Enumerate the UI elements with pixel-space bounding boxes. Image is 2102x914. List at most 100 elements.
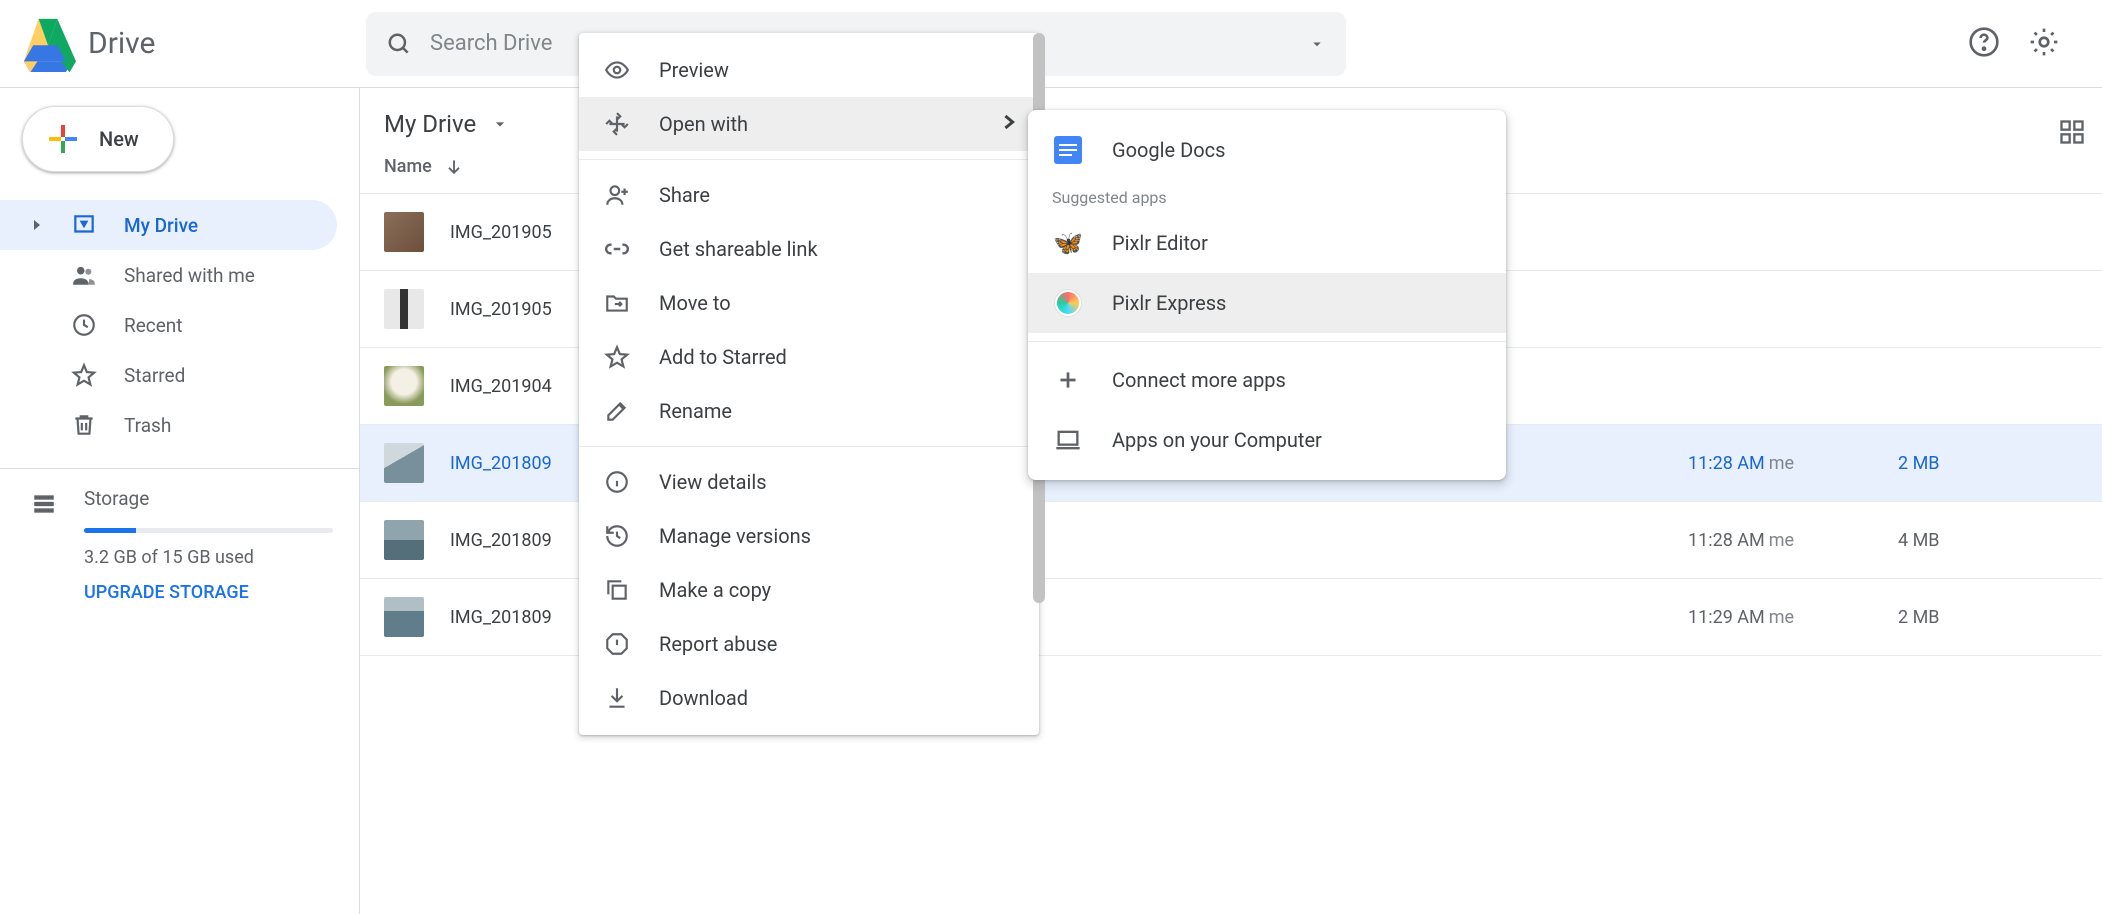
ctx-item-label: Move to	[659, 291, 731, 315]
file-thumbnail	[384, 212, 424, 252]
butterfly-icon: 🦋	[1052, 227, 1084, 259]
storage-bar	[84, 528, 333, 533]
drive-folder-icon	[70, 212, 98, 238]
ctx-item-view-details[interactable]: View details	[579, 455, 1039, 509]
ctx-item-label: Report abuse	[659, 632, 777, 656]
download-icon	[603, 685, 631, 711]
breadcrumb-label: My Drive	[384, 110, 476, 138]
person-add-icon	[603, 182, 631, 208]
clock-icon	[70, 312, 98, 338]
ctx-item-preview[interactable]: Preview	[579, 43, 1039, 97]
ctx-item-label: Preview	[659, 58, 729, 82]
grid-icon	[2058, 118, 2086, 146]
submenu-item-label: Pixlr Editor	[1112, 231, 1208, 255]
help-button[interactable]	[1968, 26, 2000, 62]
product-name: Drive	[88, 26, 155, 61]
storage-used-text: 3.2 GB of 15 GB used	[84, 547, 333, 568]
trash-icon	[70, 412, 98, 438]
gear-icon	[2028, 26, 2060, 58]
plus-icon	[1052, 364, 1084, 396]
new-button-label: New	[99, 127, 139, 151]
file-modified	[1688, 376, 1898, 397]
header: Drive	[0, 0, 2102, 88]
file-modified: 11:28 AMme	[1688, 453, 1898, 474]
submenu-item-label: Google Docs	[1112, 138, 1225, 162]
ctx-item-label: Make a copy	[659, 578, 771, 602]
search-options-dropdown-icon[interactable]	[1308, 35, 1326, 53]
storage-section: Storage 3.2 GB of 15 GB used UPGRADE STO…	[0, 487, 359, 603]
column-name-header[interactable]: Name	[384, 156, 464, 177]
help-icon	[1968, 26, 2000, 58]
grid-view-button[interactable]	[2050, 110, 2094, 158]
search-icon	[386, 31, 412, 57]
sidebar-item-my-drive[interactable]: My Drive	[0, 200, 337, 250]
separator	[579, 446, 1039, 447]
ctx-item-open-with[interactable]: Open with	[579, 97, 1039, 151]
file-thumbnail	[384, 289, 424, 329]
file-thumbnail	[384, 443, 424, 483]
file-modified	[1688, 299, 1898, 320]
file-thumbnail	[384, 597, 424, 637]
submenu-action-apps-on-your-computer[interactable]: Apps on your Computer	[1028, 410, 1506, 470]
docs-icon	[1052, 134, 1084, 166]
new-button[interactable]: New	[22, 106, 174, 172]
settings-button[interactable]	[2028, 26, 2060, 62]
ctx-item-add-to-starred[interactable]: Add to Starred	[579, 330, 1039, 384]
open-with-submenu: Google DocsSuggested apps🦋 Pixlr Editor …	[1028, 110, 1506, 480]
sidebar-item-label: My Drive	[124, 214, 198, 237]
ctx-item-share[interactable]: Share	[579, 168, 1039, 222]
sidebar-item-shared[interactable]: Shared with me	[0, 250, 337, 300]
ctx-item-make-a-copy[interactable]: Make a copy	[579, 563, 1039, 617]
submenu-app-google-docs[interactable]: Google Docs	[1028, 120, 1506, 180]
divider	[0, 468, 359, 469]
chevron-right-icon	[1003, 112, 1015, 136]
header-actions	[1968, 26, 2082, 62]
file-modified: 11:28 AMme	[1688, 530, 1898, 551]
ctx-item-label: Add to Starred	[659, 345, 787, 369]
ctx-item-get-shareable-link[interactable]: Get shareable link	[579, 222, 1039, 276]
eye-icon	[603, 57, 631, 83]
sidebar-item-trash[interactable]: Trash	[0, 400, 337, 450]
separator	[579, 159, 1039, 160]
submenu-app-pixlr-editor[interactable]: 🦋 Pixlr Editor	[1028, 213, 1506, 273]
submenu-item-label: Pixlr Express	[1112, 291, 1226, 315]
info-icon	[603, 469, 631, 495]
sidebar-item-starred[interactable]: Starred	[0, 350, 337, 400]
drive-logo-icon	[20, 16, 76, 72]
file-thumbnail	[384, 366, 424, 406]
ctx-item-rename[interactable]: Rename	[579, 384, 1039, 438]
sidebar: New My Drive Shared with me Recent St	[0, 88, 360, 914]
sidebar-item-label: Starred	[124, 364, 185, 387]
submenu-heading: Suggested apps	[1028, 180, 1506, 213]
ctx-item-label: Manage versions	[659, 524, 811, 548]
separator	[1028, 341, 1506, 342]
star-icon	[70, 362, 98, 388]
submenu-app-pixlr-express[interactable]: Pixlr Express	[1028, 273, 1506, 333]
pencil-icon	[603, 398, 631, 424]
storage-icon	[30, 491, 58, 603]
nav-list: My Drive Shared with me Recent Starred T	[0, 200, 359, 450]
sidebar-item-recent[interactable]: Recent	[0, 300, 337, 350]
upgrade-storage-link[interactable]: UPGRADE STORAGE	[84, 582, 333, 603]
ctx-item-move-to[interactable]: Move to	[579, 276, 1039, 330]
storage-fill	[84, 528, 136, 533]
ctx-item-download[interactable]: Download	[579, 671, 1039, 725]
file-modified: 11:29 AMme	[1688, 607, 1898, 628]
ctx-item-label: Get shareable link	[659, 237, 818, 261]
ctx-item-label: Share	[659, 183, 710, 207]
sidebar-item-label: Trash	[124, 414, 171, 437]
file-thumbnail	[384, 520, 424, 560]
history-icon	[603, 523, 631, 549]
report-icon	[603, 631, 631, 657]
logo-area[interactable]: Drive	[20, 16, 350, 72]
submenu-action-connect-more-apps[interactable]: Connect more apps	[1028, 350, 1506, 410]
open-with-icon	[603, 111, 631, 137]
expand-chevron-icon[interactable]	[30, 218, 44, 232]
sidebar-item-label: Recent	[124, 314, 183, 337]
file-size: 2 MB	[1898, 453, 2078, 474]
ctx-item-report-abuse[interactable]: Report abuse	[579, 617, 1039, 671]
plus-multicolor-icon	[45, 121, 81, 157]
laptop-icon	[1052, 424, 1084, 456]
ctx-item-manage-versions[interactable]: Manage versions	[579, 509, 1039, 563]
storage-label: Storage	[84, 487, 333, 510]
